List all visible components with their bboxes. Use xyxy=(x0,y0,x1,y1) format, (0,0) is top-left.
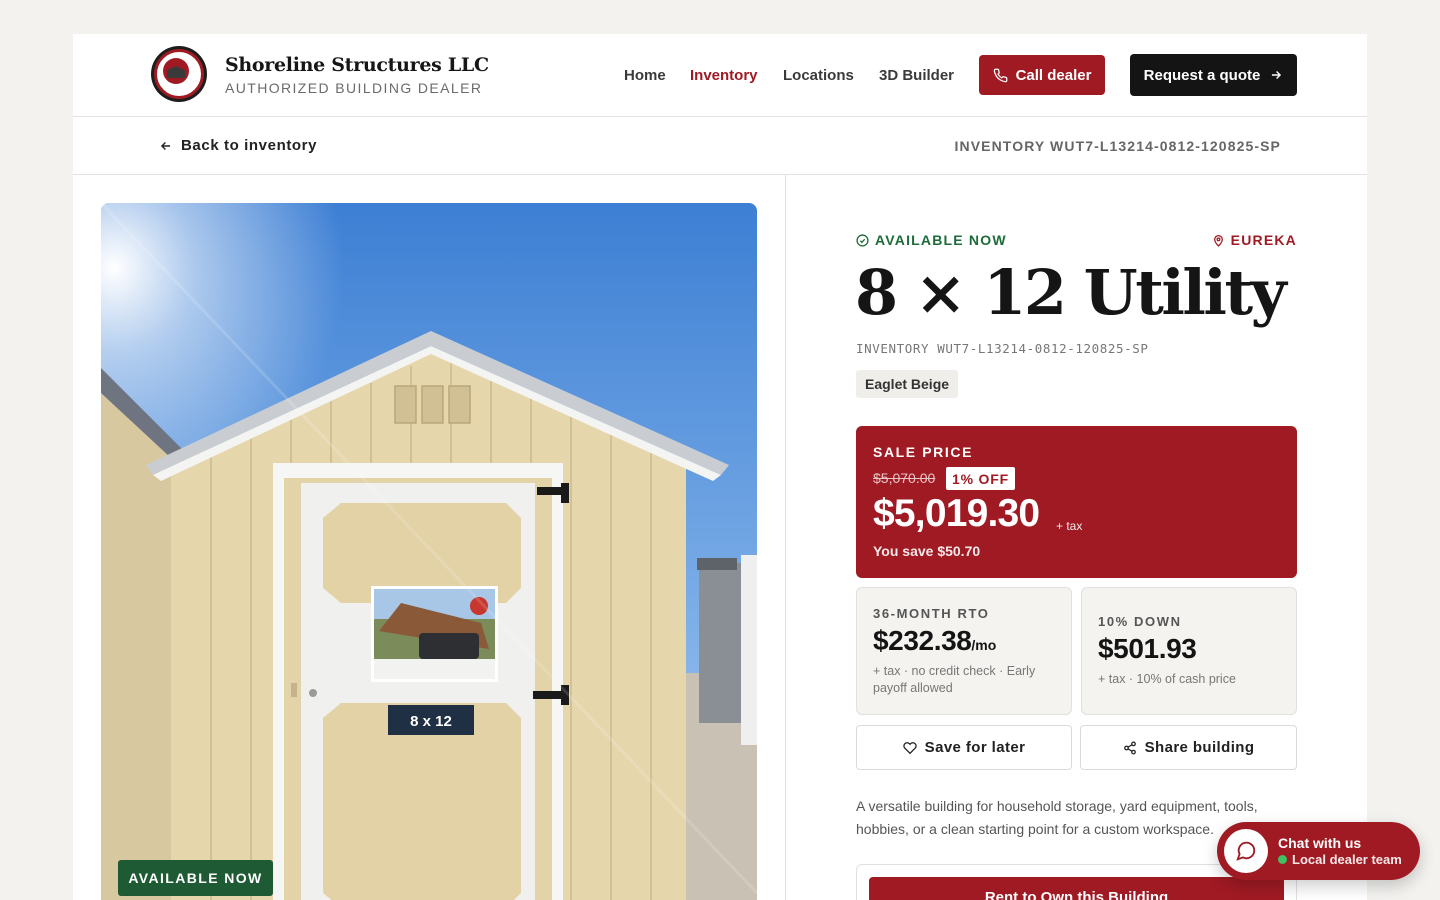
sale-price-card: SALE PRICE $5,070.00 1% OFF $5,019.30 + … xyxy=(856,426,1297,578)
detail-subbar: Back to inventory INVENTORY WUT7-L13214-… xyxy=(73,117,1367,175)
chat-icon xyxy=(1236,841,1256,861)
rto-amount: $232.38/mo xyxy=(873,625,996,657)
back-label: Back to inventory xyxy=(181,137,318,154)
nav-inventory[interactable]: Inventory xyxy=(690,67,758,84)
down-payment-card[interactable]: 10% DOWN $501.93 + tax · 10% of cash pri… xyxy=(1081,587,1297,715)
heart-icon xyxy=(902,741,917,754)
rto-card[interactable]: 36-MONTH RTO $232.38/mo + tax · no credi… xyxy=(856,587,1072,715)
back-to-inventory-link[interactable]: Back to inventory xyxy=(159,137,317,154)
availability-status: AVAILABLE NOW xyxy=(856,232,1007,248)
phone-icon xyxy=(993,68,1007,82)
color-chip: Eaglet Beige xyxy=(856,370,959,398)
down-amount: $501.93 xyxy=(1098,633,1197,664)
building-photo[interactable]: 8 x 12 xyxy=(101,203,757,900)
nav-locations[interactable]: Locations xyxy=(783,67,854,84)
rto-amount-unit: /mo xyxy=(971,637,997,653)
call-dealer-button[interactable]: Call dealer xyxy=(979,55,1105,95)
brand-logo[interactable] xyxy=(151,46,207,102)
discount-badge: 1% OFF xyxy=(946,467,1015,490)
rto-note: + tax · no credit check · Early payoff a… xyxy=(873,664,1036,695)
product-title: 8 × 12 Utility xyxy=(855,256,1287,329)
arrow-left-icon xyxy=(160,141,171,150)
site-header: Shoreline Structures LLC AUTHORIZED BUIL… xyxy=(73,34,1367,117)
chat-widget[interactable]: Chat with us Local dealer team xyxy=(1217,822,1420,880)
check-circle-icon xyxy=(856,233,869,247)
location-tag[interactable]: EUREKA xyxy=(1212,232,1297,248)
savings-amount: You save $50.70 xyxy=(873,543,981,559)
request-quote-label: Request a quote xyxy=(1143,66,1261,84)
original-price: $5,070.00 xyxy=(873,470,936,486)
door-sign-size: 8 x 12 xyxy=(410,713,452,730)
online-status-dot xyxy=(1278,855,1287,864)
save-for-later-button[interactable]: Save for later xyxy=(856,725,1072,770)
nav-3d-builder[interactable]: 3D Builder xyxy=(879,67,954,84)
photo-availability-badge: AVAILABLE NOW xyxy=(118,860,273,896)
rto-label: 36-MONTH RTO xyxy=(873,606,990,621)
availability-label: AVAILABLE NOW xyxy=(875,232,1007,248)
chat-subtitle-label: Local dealer team xyxy=(1292,852,1402,867)
nav-home[interactable]: Home xyxy=(624,67,666,84)
rto-amount-value: $232.38 xyxy=(873,625,972,656)
chat-title: Chat with us xyxy=(1278,835,1362,851)
call-dealer-label: Call dealer xyxy=(1015,66,1092,84)
chat-subtitle: Local dealer team xyxy=(1278,852,1402,867)
sale-price-label: SALE PRICE xyxy=(873,444,974,460)
arrow-right-icon xyxy=(1272,71,1282,79)
location-label: EUREKA xyxy=(1230,232,1297,248)
column-divider xyxy=(785,175,786,900)
inventory-id-header: INVENTORY WUT7-L13214-0812-120825-SP xyxy=(954,138,1281,154)
sale-tax-note: + tax xyxy=(1056,519,1083,533)
share-icon xyxy=(1123,741,1136,754)
down-note: + tax · 10% of cash price xyxy=(1098,672,1236,686)
map-pin-icon xyxy=(1213,234,1223,247)
chat-bubble xyxy=(1224,829,1268,873)
save-for-later-label: Save for later xyxy=(924,739,1026,756)
page-frame: Shoreline Structures LLC AUTHORIZED BUIL… xyxy=(73,34,1367,900)
down-label: 10% DOWN xyxy=(1098,614,1182,629)
rent-to-own-button[interactable]: Rent to Own this Building xyxy=(869,877,1284,900)
request-quote-button[interactable]: Request a quote xyxy=(1130,54,1297,96)
sale-price: $5,019.30 xyxy=(873,492,1040,535)
brand-subtitle: AUTHORIZED BUILDING DEALER xyxy=(225,80,483,96)
share-building-label: Share building xyxy=(1144,739,1255,756)
product-inventory-id: INVENTORY WUT7-L13214-0812-120825-SP xyxy=(856,341,1149,356)
brand-name[interactable]: Shoreline Structures LLC xyxy=(225,54,489,76)
share-building-button[interactable]: Share building xyxy=(1080,725,1297,770)
shed-illustration: 8 x 12 xyxy=(101,203,757,900)
